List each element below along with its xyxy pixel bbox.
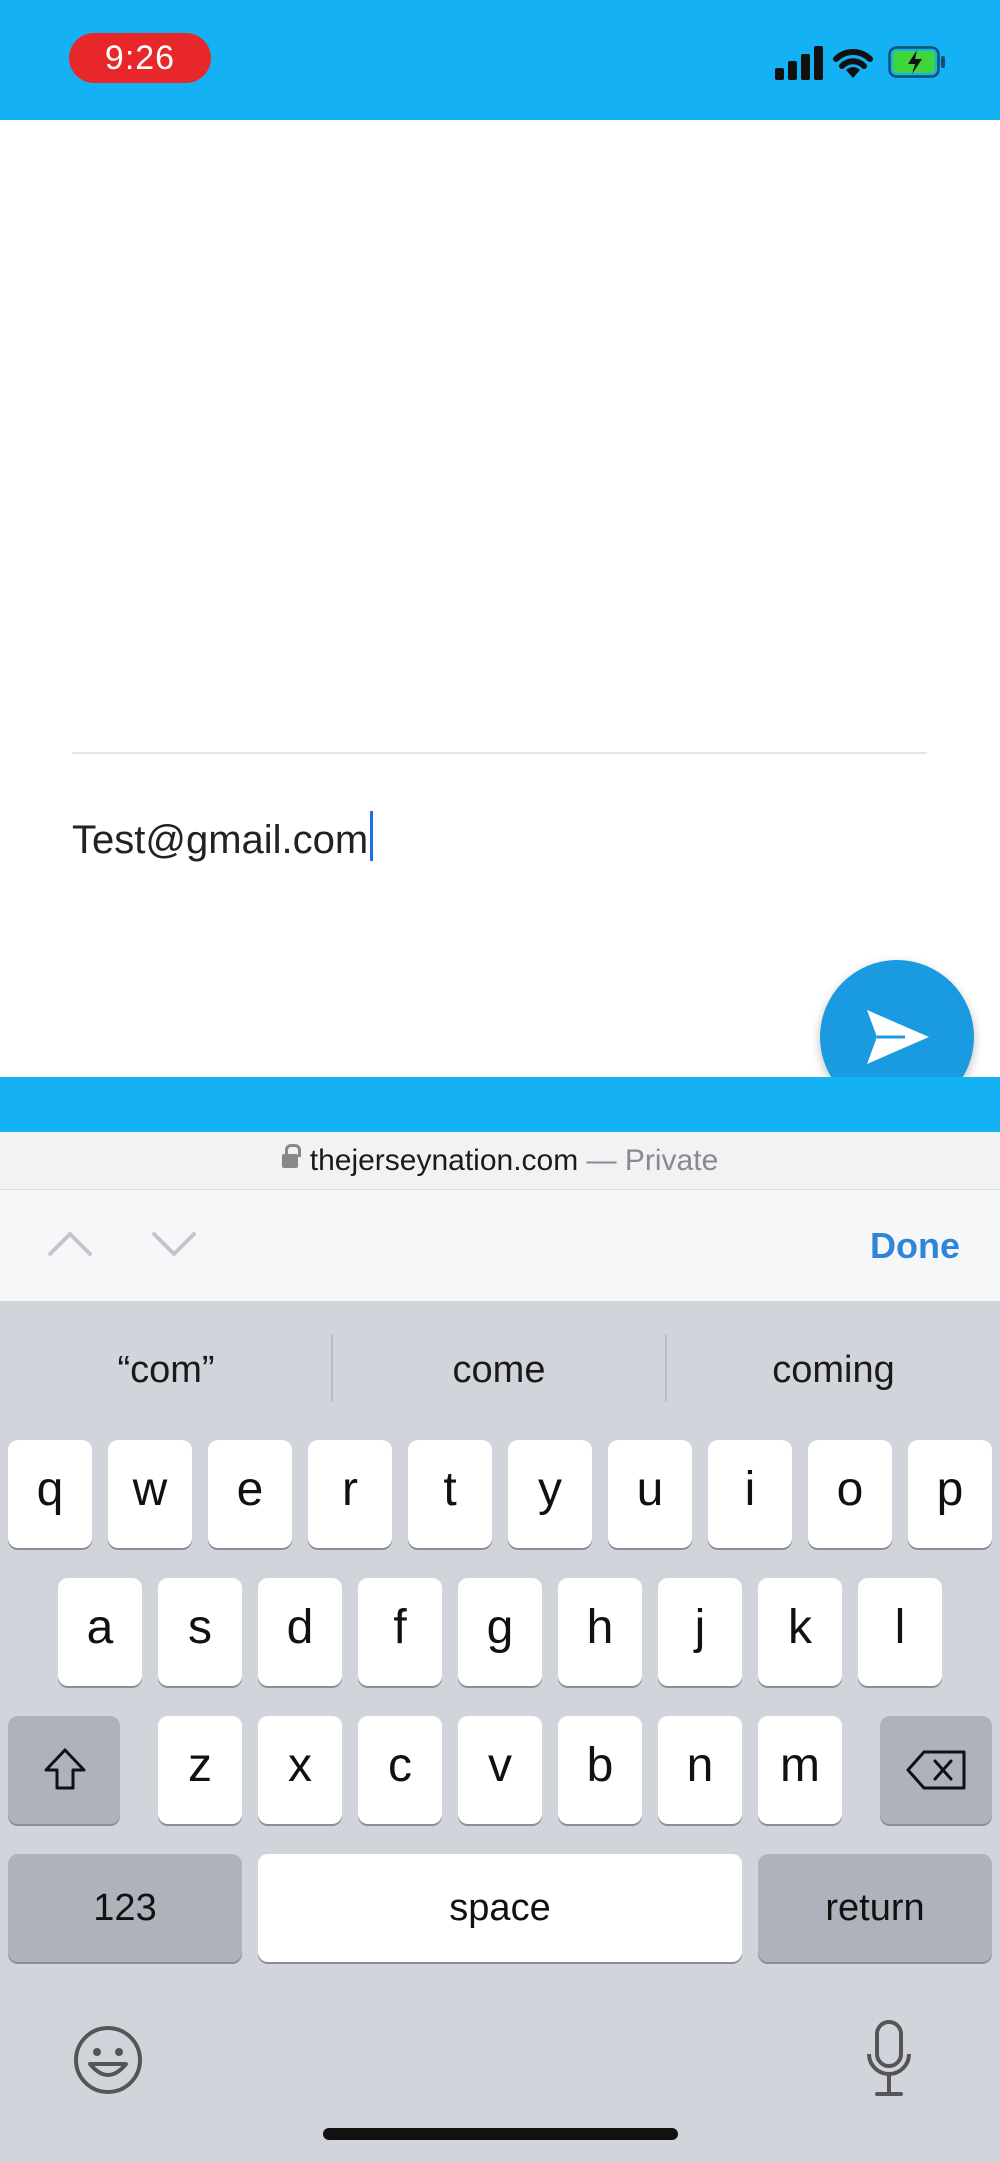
home-indicator[interactable] [323, 2128, 678, 2140]
key-a[interactable]: a [58, 1578, 142, 1686]
email-input-value: Test@gmail.com [72, 818, 369, 862]
key-u[interactable]: u [608, 1440, 692, 1548]
cellular-signal-icon [775, 46, 823, 80]
form-accessory-bar: Done [0, 1189, 1000, 1301]
next-field-chevron-down-icon[interactable] [150, 1224, 198, 1264]
text-caret [370, 811, 374, 861]
key-d[interactable]: d [258, 1578, 342, 1686]
key-x[interactable]: x [258, 1716, 342, 1824]
key-i[interactable]: i [708, 1440, 792, 1548]
return-key[interactable]: return [758, 1854, 992, 1962]
emoji-icon[interactable] [72, 2024, 144, 2096]
backspace-key[interactable] [880, 1716, 992, 1824]
suggestion-3[interactable]: coming [667, 1339, 1000, 1401]
backspace-icon [906, 1750, 966, 1790]
previous-field-chevron-up-icon[interactable] [46, 1224, 94, 1264]
battery-charging-icon [888, 46, 945, 78]
space-key[interactable]: space [258, 1854, 742, 1962]
status-time: 9:26 [69, 33, 211, 83]
key-v[interactable]: v [458, 1716, 542, 1824]
key-q[interactable]: q [8, 1440, 92, 1548]
key-t[interactable]: t [408, 1440, 492, 1548]
key-f[interactable]: f [358, 1578, 442, 1686]
key-c[interactable]: c [358, 1716, 442, 1824]
url-separator: — [578, 1144, 625, 1177]
key-z[interactable]: z [158, 1716, 242, 1824]
footer-strip [0, 1077, 1000, 1132]
key-j[interactable]: j [658, 1578, 742, 1686]
key-k[interactable]: k [758, 1578, 842, 1686]
key-s[interactable]: s [158, 1578, 242, 1686]
key-o[interactable]: o [808, 1440, 892, 1548]
email-input[interactable]: Test@gmail.com [72, 805, 792, 875]
key-w[interactable]: w [108, 1440, 192, 1548]
chat-content: Test@gmail.com [0, 120, 1000, 1256]
microphone-icon[interactable] [864, 2020, 914, 2100]
status-bar: 9:26 [0, 0, 1000, 120]
key-b[interactable]: b [558, 1716, 642, 1824]
lock-icon [281, 1144, 301, 1172]
url-private-label: Private [624, 1144, 719, 1177]
key-l[interactable]: l [858, 1578, 942, 1686]
message-divider [72, 752, 927, 754]
url-domain: thejerseynation.com [309, 1144, 579, 1177]
key-h[interactable]: h [558, 1578, 642, 1686]
suggestion-2[interactable]: come [333, 1339, 665, 1401]
key-r[interactable]: r [308, 1440, 392, 1548]
url-bar[interactable]: thejerseynation.com — Private [0, 1132, 1000, 1189]
key-g[interactable]: g [458, 1578, 542, 1686]
key-e[interactable]: e [208, 1440, 292, 1548]
wifi-icon [833, 48, 873, 78]
suggestion-1[interactable]: “com” [0, 1339, 332, 1401]
keyboard: “com” come coming q w e r t y u i o p a … [0, 1301, 1000, 2162]
send-icon [867, 1010, 929, 1064]
shift-key[interactable] [8, 1716, 120, 1824]
numbers-key[interactable]: 123 [8, 1854, 242, 1962]
key-n[interactable]: n [658, 1716, 742, 1824]
done-button[interactable]: Done [870, 1220, 960, 1272]
key-m[interactable]: m [758, 1716, 842, 1824]
key-p[interactable]: p [908, 1440, 992, 1548]
shift-icon [44, 1748, 86, 1790]
key-y[interactable]: y [508, 1440, 592, 1548]
